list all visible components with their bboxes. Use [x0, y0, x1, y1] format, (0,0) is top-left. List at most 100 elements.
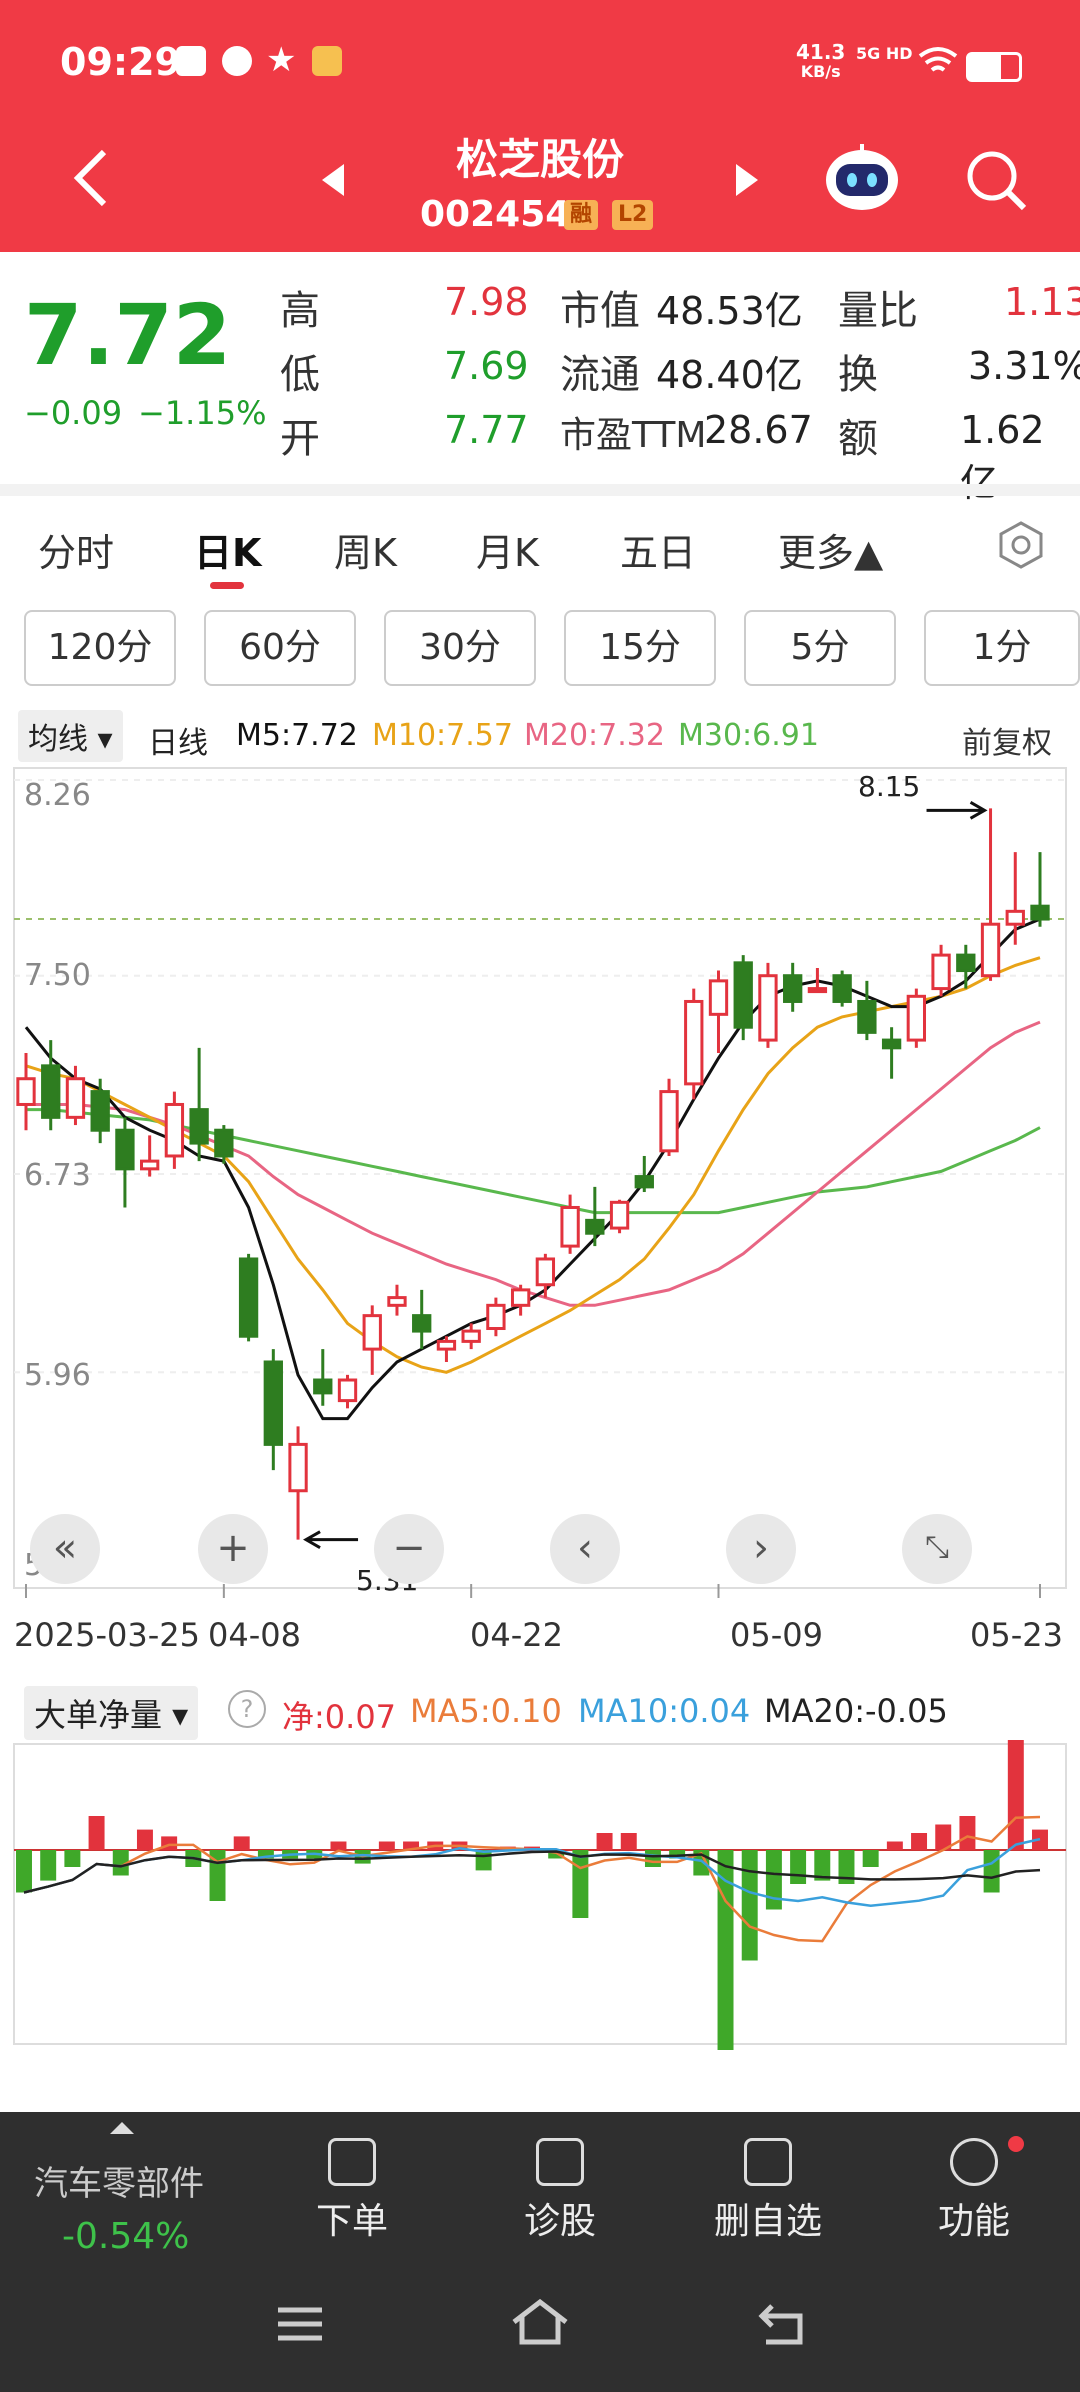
tab-monthly-k[interactable]: 月K: [476, 522, 539, 577]
y-tick: 6.73: [24, 1158, 91, 1193]
float-value: 48.40亿: [656, 353, 803, 397]
y-tick: 5.96: [24, 1358, 91, 1393]
y-tick: 8.26: [24, 778, 91, 813]
app-header: 09:29 ★ 41.3 KB/s 5G HD 松芝股份 002454 融 L2: [0, 0, 1080, 252]
period-1m[interactable]: 1分: [924, 610, 1080, 686]
candle-body: [16, 1077, 36, 1106]
flow-bar: [644, 1850, 661, 1867]
amount-label: 额: [838, 416, 878, 462]
tab-daily-k[interactable]: 日K: [194, 522, 261, 577]
candle-body: [412, 1314, 432, 1333]
candle-body: [238, 1257, 259, 1338]
wifi-icon: [918, 47, 958, 72]
candle-body: [708, 979, 729, 1016]
candle-body: [41, 1064, 61, 1119]
function-icon[interactable]: [950, 2138, 998, 2186]
candle-body: [560, 1205, 580, 1248]
period-120m[interactable]: 120分: [24, 610, 176, 686]
flow-bar: [136, 1829, 153, 1850]
candle-body: [980, 922, 1001, 978]
wechat-icon: [222, 46, 252, 76]
net-speed: 41.3 KB/s: [796, 40, 846, 81]
diagnose-button[interactable]: 诊股: [480, 2192, 640, 2244]
sector-change: -0.54%: [62, 2216, 190, 2257]
order-icon[interactable]: [328, 2138, 376, 2186]
line-type: 日线: [148, 726, 208, 761]
low-value: 7.69: [444, 344, 529, 388]
diagnose-icon[interactable]: [536, 2138, 584, 2186]
turnover-label: 换: [838, 352, 878, 398]
order-button[interactable]: 下单: [272, 2192, 432, 2244]
battery-icon: [966, 52, 1022, 82]
flow-indicator-select[interactable]: 大单净量 ▾: [24, 1686, 199, 1740]
tab-intraday[interactable]: 分时: [38, 522, 114, 577]
tab-weekly-k[interactable]: 周K: [334, 522, 397, 577]
flow-frame: [13, 1743, 1067, 2045]
ma30-legend: M30:6.91: [678, 718, 819, 753]
search-icon[interactable]: [964, 148, 1028, 212]
flow-bar: [741, 1850, 758, 1961]
period-15m[interactable]: 15分: [564, 610, 716, 686]
high-label: 高: [280, 288, 320, 334]
candle-body: [807, 987, 828, 994]
candle-body: [214, 1128, 234, 1158]
low-label: 低: [280, 352, 320, 398]
flow-ma10: MA10:0.04: [578, 1692, 751, 1730]
next-button[interactable]: ›: [726, 1514, 796, 1584]
sector-name[interactable]: 汽车零部件: [34, 2156, 204, 2205]
scroll-start-button[interactable]: «: [30, 1514, 100, 1584]
l2-tag: L2: [612, 200, 654, 230]
flow-bar: [790, 1850, 807, 1884]
candle-body: [1030, 904, 1050, 921]
prev-button[interactable]: ‹: [550, 1514, 620, 1584]
period-30m[interactable]: 30分: [384, 610, 536, 686]
tab-five-day[interactable]: 五日: [620, 522, 696, 577]
home-nav-icon[interactable]: [510, 2298, 570, 2346]
flow-bar: [330, 1841, 347, 1850]
remove-watch-button[interactable]: 删自选: [688, 2192, 848, 2244]
tab-more[interactable]: 更多▲: [778, 522, 883, 577]
period-60m[interactable]: 60分: [204, 610, 356, 686]
ma-select[interactable]: 均线 ▾: [18, 710, 123, 762]
next-stock-icon[interactable]: [732, 162, 762, 198]
flow-bar: [1007, 1740, 1024, 1850]
mcap-label: 市值: [560, 288, 640, 334]
period-5m[interactable]: 5分: [744, 610, 896, 686]
flow-bar: [959, 1816, 976, 1850]
robot-assistant-icon[interactable]: [820, 140, 904, 216]
fullscreen-button[interactable]: ⤡: [902, 1514, 972, 1584]
candle-body: [857, 999, 877, 1034]
zoom-in-button[interactable]: +: [198, 1514, 268, 1584]
mcap-value: 48.53亿: [656, 289, 803, 333]
high-value: 7.98: [444, 280, 529, 324]
function-button[interactable]: 功能: [894, 2192, 1054, 2244]
flow-bar: [765, 1850, 782, 1910]
candle-body: [733, 961, 753, 1029]
back-nav-icon[interactable]: [756, 2300, 806, 2346]
help-icon[interactable]: ?: [228, 1690, 266, 1728]
candle-body: [90, 1090, 110, 1132]
flow-bar: [88, 1816, 105, 1850]
zoom-out-button[interactable]: −: [374, 1514, 444, 1584]
settings-icon[interactable]: [996, 520, 1046, 570]
max-arrow: [926, 801, 988, 820]
adjust-mode[interactable]: 前复权: [962, 718, 1052, 762]
last-price: 7.72: [24, 286, 232, 384]
ma5-line: [24, 917, 1041, 1421]
flow-chart[interactable]: [0, 1740, 1080, 2050]
flow-bar: [64, 1850, 81, 1867]
menu-nav-icon[interactable]: [276, 2304, 324, 2344]
x-tick: 2025-03-25: [14, 1616, 200, 1654]
flow-bar: [378, 1841, 395, 1850]
kline-chart[interactable]: [0, 760, 1080, 1600]
flow-bar: [620, 1833, 637, 1850]
caret-up-icon[interactable]: [108, 2120, 136, 2136]
candle-body: [684, 999, 704, 1086]
candle-body: [486, 1303, 506, 1331]
candle-body: [535, 1257, 556, 1287]
app-notify-icon: [312, 46, 342, 76]
star-icon: ★: [266, 40, 297, 80]
remove-watch-icon[interactable]: [744, 2138, 792, 2186]
flow-ma5: MA5:0.10: [410, 1692, 562, 1730]
pe-label: 市盈TTM: [560, 415, 707, 456]
